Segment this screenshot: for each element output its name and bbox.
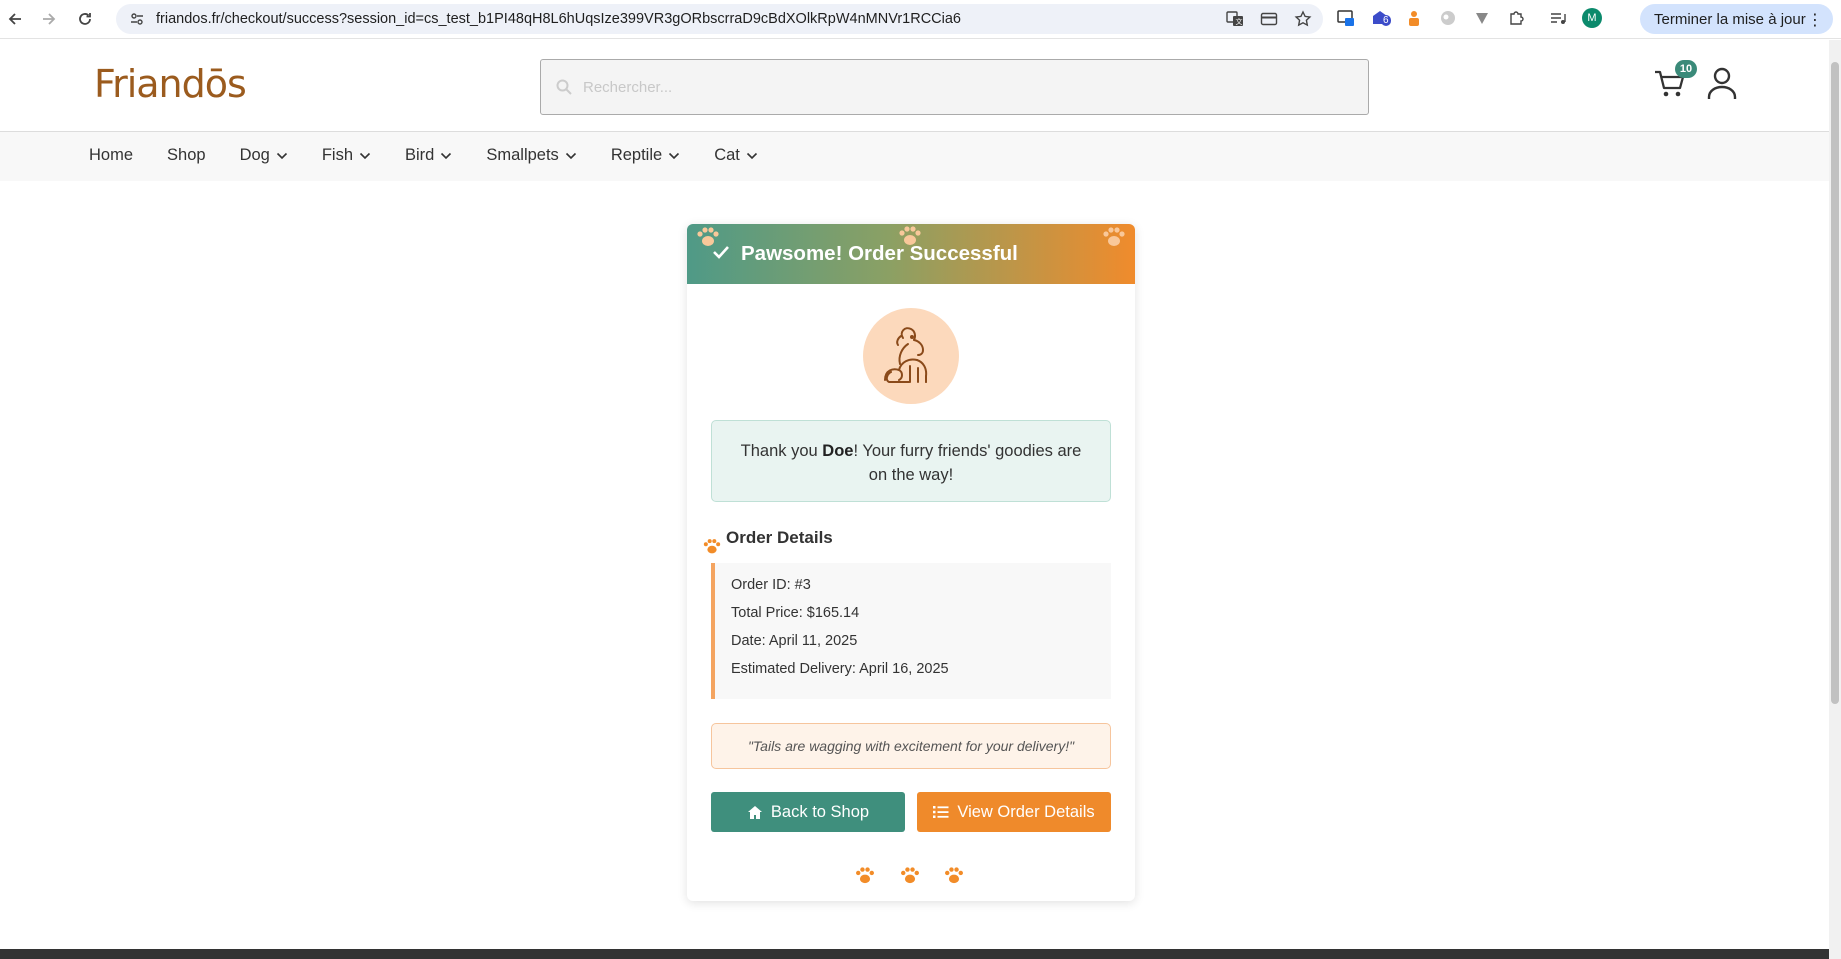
- nav-item-home[interactable]: Home: [89, 146, 133, 165]
- back-to-shop-label: Back to Shop: [770, 802, 870, 821]
- order-success-card: Pawsome! Order Successful Thank you Doe!…: [687, 224, 1135, 901]
- chevron-down-icon: [441, 152, 452, 159]
- paw-icon: [945, 867, 963, 884]
- pets-illustration: [863, 308, 959, 404]
- page: Friandōs 10 Home Shop Dog Fish Bird Smallpets…: [0, 40, 1829, 959]
- puzzle-extensions-icon[interactable]: [1506, 8, 1526, 28]
- media-list-icon[interactable]: [1548, 8, 1568, 28]
- paw-icon: [856, 867, 874, 884]
- finish-update-button[interactable]: Terminer la mise à jour ⋮: [1640, 4, 1833, 34]
- search-icon: [556, 79, 572, 95]
- search-bar[interactable]: [540, 59, 1369, 115]
- order-date: Date: April 11, 2025: [731, 633, 858, 649]
- paw-icon: [703, 539, 721, 554]
- chevron-down-icon: [359, 152, 371, 159]
- nav-item-bird[interactable]: Bird: [405, 146, 452, 165]
- nav-item-fish[interactable]: Fish: [322, 146, 371, 165]
- bookmark-star-icon[interactable]: [1293, 9, 1313, 29]
- url-text[interactable]: friandos.fr/checkout/success?session_id=…: [156, 11, 961, 27]
- cart-button[interactable]: 10: [1653, 60, 1697, 102]
- thanks-suffix: ! Your furry friends' goodies are on the…: [853, 442, 1082, 484]
- site-settings-icon[interactable]: [128, 10, 146, 28]
- forward-arrow-icon[interactable]: [36, 6, 62, 32]
- browser-toolbar: friandos.fr/checkout/success?session_id=…: [0, 0, 1841, 39]
- nav-item-label: Fish: [321, 146, 354, 164]
- nav-item-cat[interactable]: Cat: [714, 146, 758, 165]
- nav-item-label: Reptile: [610, 146, 663, 164]
- nav-list: Home Shop Dog Fish Bird Smallpets Reptile Cat: [89, 146, 792, 165]
- paw-icon: [1103, 227, 1125, 246]
- nav-item-reptile[interactable]: Reptile: [611, 146, 680, 165]
- view-order-details-button[interactable]: View Order Details: [917, 792, 1111, 832]
- orange-extension-icon[interactable]: [1404, 8, 1424, 28]
- address-bar[interactable]: friandos.fr/checkout/success?session_id=…: [116, 4, 1323, 34]
- page-scrollbar[interactable]: [1829, 40, 1841, 959]
- extension-badge-count: 6: [1381, 15, 1391, 26]
- main-navigation: Home Shop Dog Fish Bird Smallpets Reptile Cat: [0, 132, 1829, 181]
- order-details-heading: Order Details: [726, 528, 833, 547]
- success-header: Pawsome! Order Successful: [687, 224, 1135, 284]
- chevron-down-icon: [746, 152, 757, 159]
- nav-item-shop[interactable]: Shop: [167, 146, 206, 165]
- vee-extension-icon[interactable]: [1472, 8, 1492, 28]
- nav-item-label: Dog: [239, 146, 270, 164]
- search-input[interactable]: [583, 78, 1343, 96]
- customer-name: Doe: [822, 442, 854, 460]
- nav-item-label: Smallpets: [486, 146, 559, 164]
- profile-avatar[interactable]: M: [1582, 8, 1602, 28]
- svg-text:文: 文: [1236, 17, 1243, 26]
- paw-icon: [901, 867, 919, 884]
- dog-cat-icon: [884, 327, 928, 383]
- gray-extension-icon[interactable]: [1438, 8, 1458, 28]
- footer: [0, 949, 1829, 959]
- home-icon: [747, 805, 762, 819]
- tab-search-icon[interactable]: [1336, 8, 1356, 28]
- translate-icon[interactable]: 文: [1225, 9, 1245, 29]
- list-icon: [933, 806, 949, 818]
- nav-item-smallpets[interactable]: Smallpets: [486, 146, 576, 165]
- finish-update-label: Terminer la mise à jour: [1654, 10, 1806, 28]
- order-total-price: Total Price: $165.14: [731, 605, 860, 621]
- nav-item-label: Home: [89, 146, 134, 164]
- order-estimated-delivery: Estimated Delivery: April 16, 2025: [731, 661, 949, 677]
- chevron-down-icon: [276, 152, 287, 159]
- check-icon: [713, 246, 729, 259]
- thank-you-message: Thank you Doe! Your furry friends' goodi…: [711, 420, 1111, 502]
- chevron-down-icon: [565, 152, 576, 159]
- nav-item-label: Cat: [714, 146, 740, 164]
- back-to-shop-button[interactable]: Back to Shop: [711, 792, 905, 832]
- site-logo[interactable]: Friandōs: [94, 62, 247, 106]
- success-title: Pawsome! Order Successful: [741, 242, 1018, 265]
- nav-item-label: Shop: [167, 146, 206, 164]
- more-menu-icon[interactable]: ⋮: [1807, 10, 1823, 30]
- order-details-box: Order ID: #3 Total Price: $165.14 Date: …: [711, 563, 1111, 699]
- order-id: Order ID: #3: [731, 577, 811, 593]
- cart-count-badge: 10: [1675, 60, 1697, 78]
- payment-card-icon[interactable]: [1259, 9, 1279, 29]
- scrollbar-thumb[interactable]: [1831, 62, 1839, 704]
- user-icon: [1707, 67, 1737, 99]
- back-arrow-icon[interactable]: [2, 6, 28, 32]
- view-order-details-label: View Order Details: [957, 802, 1095, 821]
- account-button[interactable]: [1706, 66, 1740, 102]
- nav-item-dog[interactable]: Dog: [240, 146, 288, 165]
- thanks-prefix: Thank you: [740, 442, 823, 460]
- site-header: Friandōs 10: [0, 40, 1829, 132]
- chevron-down-icon: [669, 152, 680, 159]
- nav-item-label: Bird: [405, 146, 435, 164]
- reload-icon[interactable]: [72, 6, 98, 32]
- extension-badge-icon[interactable]: 6: [1370, 8, 1391, 28]
- delivery-quote: "Tails are wagging with excitement for y…: [711, 723, 1111, 769]
